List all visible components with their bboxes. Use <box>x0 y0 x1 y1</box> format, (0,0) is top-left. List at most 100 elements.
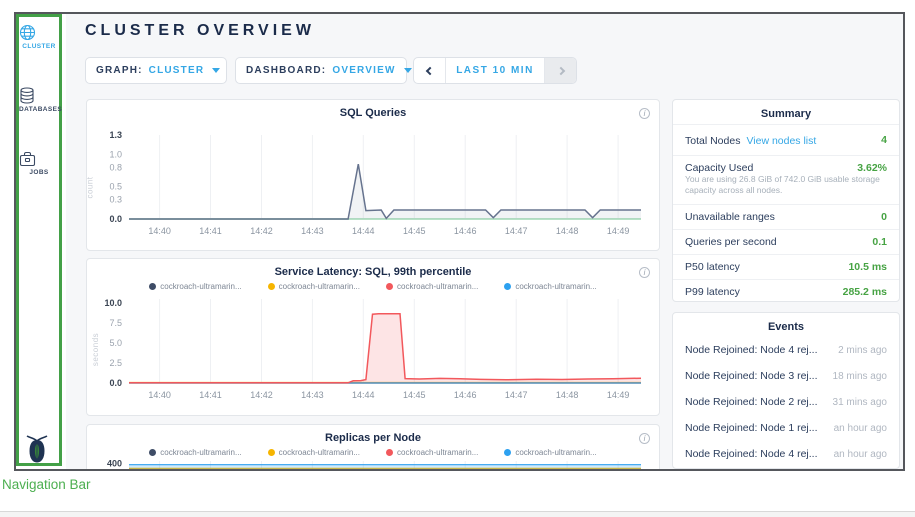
time-prev-button[interactable] <box>414 58 446 83</box>
info-icon[interactable] <box>639 433 650 444</box>
legend-label: cockroach-ultramarin... <box>279 448 360 457</box>
summary-panel: Summary Total NodesView nodes list 4 Cap… <box>672 99 900 302</box>
sidebar-item-cluster[interactable]: CLUSTER <box>19 24 59 50</box>
summary-label: Capacity Used <box>685 162 753 174</box>
svg-text:14:48: 14:48 <box>556 390 579 400</box>
svg-text:400: 400 <box>107 459 122 468</box>
chevron-left-icon <box>425 66 433 74</box>
chart-legend: cockroach-ultramarin... cockroach-ultram… <box>87 282 659 291</box>
summary-label: Unavailable ranges <box>685 211 775 223</box>
svg-text:14:43: 14:43 <box>301 226 324 236</box>
summary-value: 4 <box>881 134 887 146</box>
summary-row-total-nodes: Total NodesView nodes list 4 <box>673 124 899 155</box>
svg-text:14:49: 14:49 <box>607 226 630 236</box>
dashboard-dropdown[interactable]: DASHBOARD: OVERVIEW <box>235 57 407 84</box>
svg-text:2.5: 2.5 <box>109 358 122 368</box>
summary-row-queries-per-second: Queries per second 0.1 <box>673 229 899 254</box>
summary-value: 285.2 ms <box>843 286 887 298</box>
legend-label: cockroach-ultramarin... <box>515 282 596 291</box>
dashboard-dropdown-label: DASHBOARD: <box>246 65 326 76</box>
time-next-button[interactable] <box>544 58 576 83</box>
svg-text:14:44: 14:44 <box>352 226 375 236</box>
events-title: Events <box>673 313 899 337</box>
summary-row-p50-latency: P50 latency 10.5 ms <box>673 254 899 279</box>
legend-item: cockroach-ultramarin... <box>268 282 360 291</box>
svg-text:14:45: 14:45 <box>403 390 426 400</box>
chart-legend: cockroach-ultramarin... cockroach-ultram… <box>87 448 659 457</box>
chevron-right-icon <box>556 66 564 74</box>
legend-dot <box>149 283 156 290</box>
summary-title: Summary <box>673 100 899 124</box>
summary-label: P50 latency <box>685 261 740 273</box>
time-range-selector: LAST 10 MIN <box>413 57 577 84</box>
sql-queries-chart-card: SQL Queries count 1.31.00.80.50.30.014:4… <box>86 99 660 251</box>
legend-item: cockroach-ultramarin... <box>504 282 596 291</box>
legend-label: cockroach-ultramarin... <box>515 448 596 457</box>
y-axis-label: seconds <box>91 333 100 366</box>
svg-text:1.0: 1.0 <box>109 149 122 159</box>
svg-text:14:42: 14:42 <box>250 390 273 400</box>
legend-item: cockroach-ultramarin... <box>149 282 241 291</box>
sidebar-item-label: CLUSTER <box>19 43 59 50</box>
svg-text:10.0: 10.0 <box>104 298 122 308</box>
svg-text:14:41: 14:41 <box>199 390 222 400</box>
sql-queries-plot[interactable]: 1.31.00.80.50.30.014:4014:4114:4214:4314… <box>91 123 651 245</box>
event-text: Node Rejoined: Node 4 rej... <box>685 344 818 356</box>
page-bottom-divider <box>0 511 915 517</box>
svg-text:7.5: 7.5 <box>109 318 122 328</box>
summary-label: Queries per second <box>685 236 777 248</box>
page-title: CLUSTER OVERVIEW <box>85 22 315 40</box>
svg-text:0.0: 0.0 <box>109 378 122 388</box>
briefcase-icon <box>19 151 59 167</box>
event-time: an hour ago <box>834 449 887 460</box>
graph-dropdown-value: CLUSTER <box>149 65 205 76</box>
view-nodes-list-link[interactable]: View nodes list <box>746 135 816 147</box>
event-row: Node Rejoined: Node 4 rej... an hour ago <box>673 441 899 467</box>
dashboard-dropdown-value: OVERVIEW <box>332 65 395 76</box>
summary-row-p99-latency: P99 latency 285.2 ms <box>673 279 899 304</box>
graph-dropdown-label: GRAPH: <box>96 65 143 76</box>
screenshot-page: CLUSTER DATABASES <box>0 0 915 517</box>
legend-dot <box>386 283 393 290</box>
service-latency-plot[interactable]: 10.07.55.02.50.014:4014:4114:4214:4314:4… <box>91 293 651 405</box>
globe-icon <box>19 24 59 41</box>
chart-title: SQL Queries <box>87 100 659 119</box>
sidebar-item-databases[interactable]: DATABASES <box>19 87 59 113</box>
summary-value: 10.5 ms <box>848 261 887 273</box>
database-icon <box>19 87 59 104</box>
event-time: 18 mins ago <box>833 371 887 382</box>
cockroachdb-logo[interactable] <box>23 434 51 464</box>
svg-text:14:44: 14:44 <box>352 390 375 400</box>
svg-text:0.5: 0.5 <box>109 182 122 192</box>
service-latency-chart-card: Service Latency: SQL, 99th percentile se… <box>86 258 660 416</box>
legend-dot <box>504 283 511 290</box>
legend-item: cockroach-ultramarin... <box>149 448 241 457</box>
event-time: 31 mins ago <box>833 397 887 408</box>
summary-row-unavailable-ranges: Unavailable ranges 0 <box>673 204 899 229</box>
svg-text:14:47: 14:47 <box>505 390 528 400</box>
event-row: Node Rejoined: Node 4 rej... 2 mins ago <box>673 337 899 363</box>
svg-text:1.3: 1.3 <box>109 130 122 140</box>
info-icon[interactable] <box>639 267 650 278</box>
legend-item: cockroach-ultramarin... <box>386 282 478 291</box>
legend-dot <box>386 449 393 456</box>
svg-text:14:47: 14:47 <box>505 226 528 236</box>
svg-text:14:49: 14:49 <box>607 390 630 400</box>
event-row: Node Rejoined: Node 2 rej... 31 mins ago <box>673 389 899 415</box>
chart-title: Service Latency: SQL, 99th percentile <box>87 259 659 278</box>
legend-item: cockroach-ultramarin... <box>504 448 596 457</box>
sidebar-item-jobs[interactable]: JOBS <box>19 151 59 176</box>
legend-label: cockroach-ultramarin... <box>397 282 478 291</box>
legend-dot <box>504 449 511 456</box>
sidebar-item-label: DATABASES <box>19 106 59 113</box>
time-range-label[interactable]: LAST 10 MIN <box>446 58 544 83</box>
legend-item: cockroach-ultramarin... <box>386 448 478 457</box>
summary-value: 3.62% <box>857 162 887 174</box>
replicas-per-node-plot[interactable]: 40014:4014:4114:4214:4314:4414:4514:4614… <box>91 459 651 471</box>
svg-text:14:46: 14:46 <box>454 226 477 236</box>
graph-dropdown[interactable]: GRAPH: CLUSTER <box>85 57 227 84</box>
info-icon[interactable] <box>639 108 650 119</box>
replicas-per-node-chart-card: Replicas per Node cockroach-ultramarin..… <box>86 424 660 471</box>
legend-dot <box>268 283 275 290</box>
svg-text:5.0: 5.0 <box>109 338 122 348</box>
